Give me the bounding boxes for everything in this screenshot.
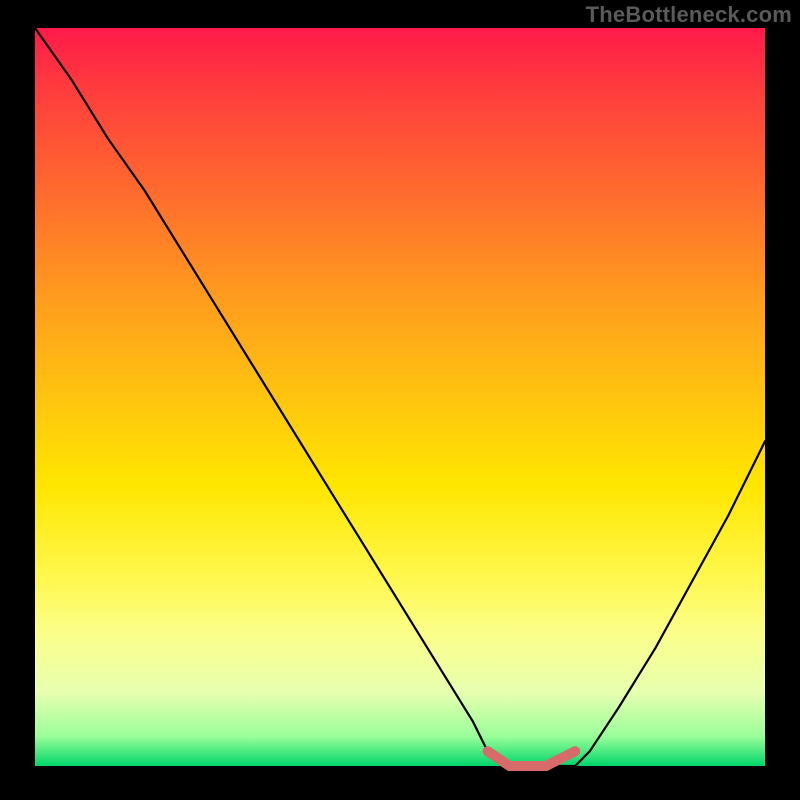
curve-layer [35,28,765,766]
chart-frame: TheBottleneck.com [0,0,800,800]
optimal-range-path [488,751,576,766]
plot-area [35,28,765,766]
bottleneck-curve-path [35,28,765,766]
watermark-text: TheBottleneck.com [586,2,792,28]
